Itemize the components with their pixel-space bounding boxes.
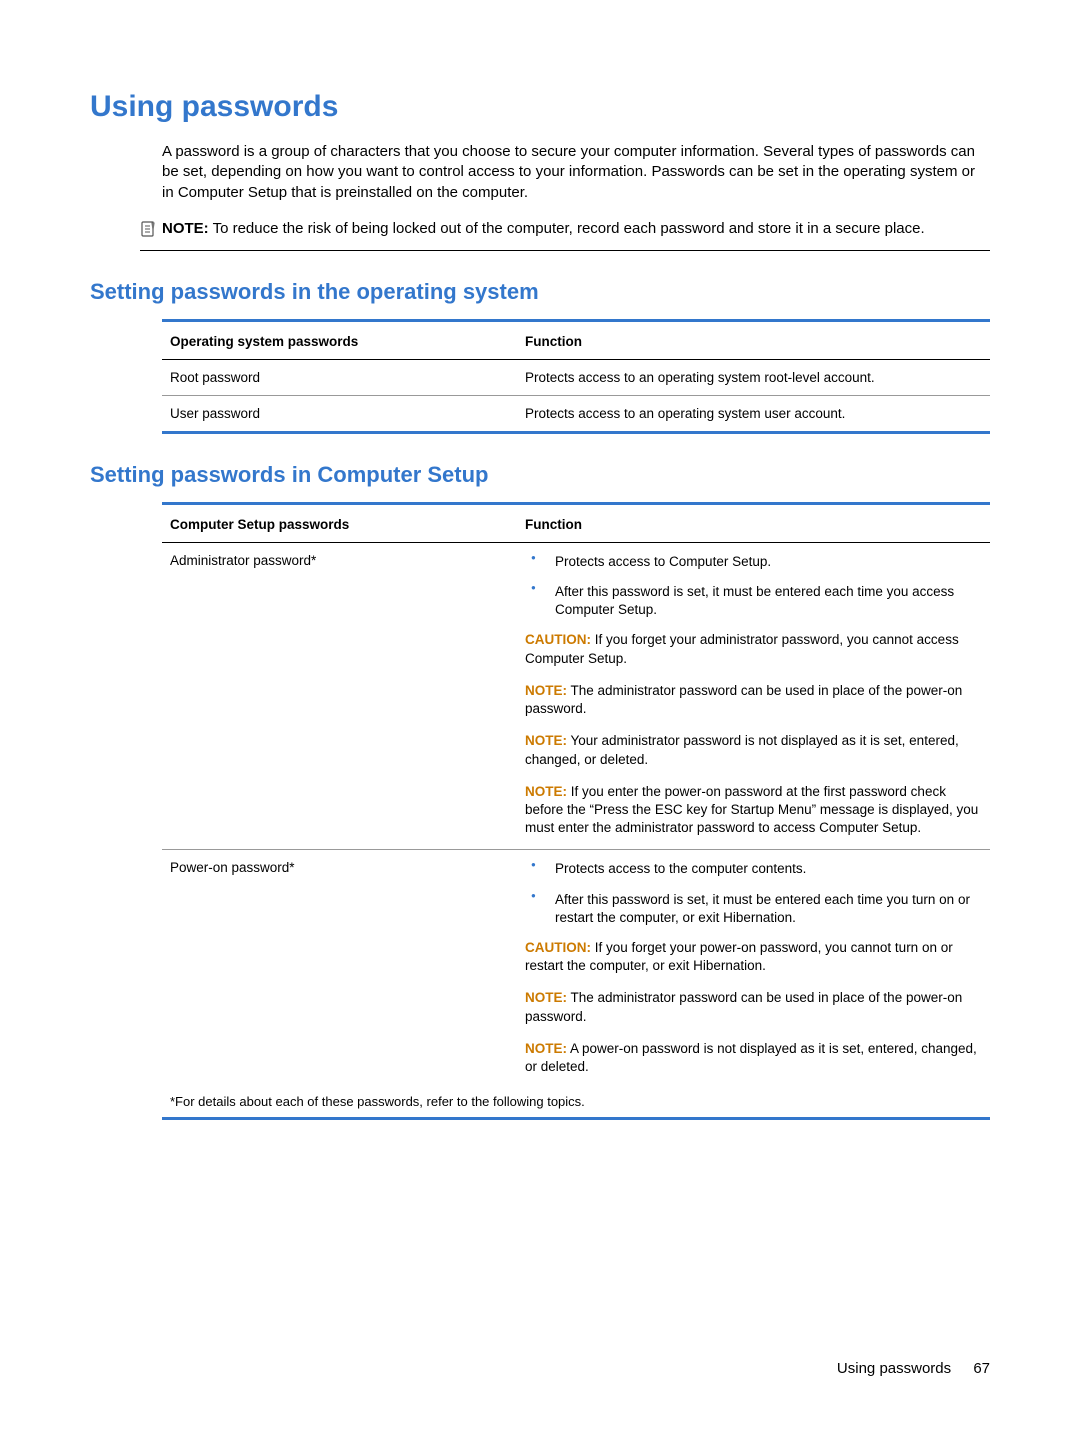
cs-passwords-table: Computer Setup passwords Function Admini… [162, 502, 990, 1121]
footer-title: Using passwords [837, 1360, 951, 1377]
password-name: Power-on password* [170, 860, 525, 1078]
inline-note: NOTE: A power-on password is not display… [525, 1040, 982, 1076]
caution-note: CAUTION: If you forget your power-on pas… [525, 939, 982, 975]
inline-note: NOTE: If you enter the power-on password… [525, 783, 982, 838]
os-passwords-table: Operating system passwords Function Root… [162, 319, 990, 434]
password-name: Administrator password* [170, 553, 525, 840]
bullet-item: After this password is set, it must be e… [525, 891, 982, 927]
note-label: NOTE: [162, 220, 209, 237]
inline-note: NOTE: Your administrator password is not… [525, 732, 982, 768]
note-icon [140, 221, 162, 242]
table-header-right: Function [525, 517, 982, 532]
table-row: Power-on password* Protects access to th… [162, 850, 990, 1088]
section-heading-os: Setting passwords in the operating syste… [90, 279, 990, 305]
section-heading-cs: Setting passwords in Computer Setup [90, 462, 990, 488]
password-desc: Protects access to an operating system r… [525, 370, 982, 385]
note-text-body: To reduce the risk of being locked out o… [213, 220, 925, 237]
bullet-item: Protects access to Computer Setup. [525, 553, 982, 571]
password-name: Root password [170, 370, 525, 385]
password-desc: Protects access to an operating system u… [525, 406, 982, 421]
top-note: NOTE: To reduce the risk of being locked… [140, 219, 990, 251]
table-row: Administrator password* Protects access … [162, 543, 990, 851]
inline-note: NOTE: The administrator password can be … [525, 682, 982, 718]
table-footnote: *For details about each of these passwor… [162, 1088, 990, 1117]
password-name: User password [170, 406, 525, 421]
caution-note: CAUTION: If you forget your administrato… [525, 631, 982, 667]
table-header-right: Function [525, 334, 982, 349]
bullet-item: Protects access to the computer contents… [525, 860, 982, 878]
page-footer: Using passwords 67 [837, 1360, 990, 1377]
table-row: Root password Protects access to an oper… [162, 360, 990, 396]
table-row: User password Protects access to an oper… [162, 396, 990, 431]
inline-note: NOTE: The administrator password can be … [525, 989, 982, 1025]
page-number: 67 [973, 1360, 990, 1377]
table-header-left: Computer Setup passwords [170, 517, 525, 532]
table-header-left: Operating system passwords [170, 334, 525, 349]
page-heading: Using passwords [90, 90, 990, 124]
intro-paragraph: A password is a group of characters that… [162, 142, 990, 203]
bullet-item: After this password is set, it must be e… [525, 583, 982, 619]
